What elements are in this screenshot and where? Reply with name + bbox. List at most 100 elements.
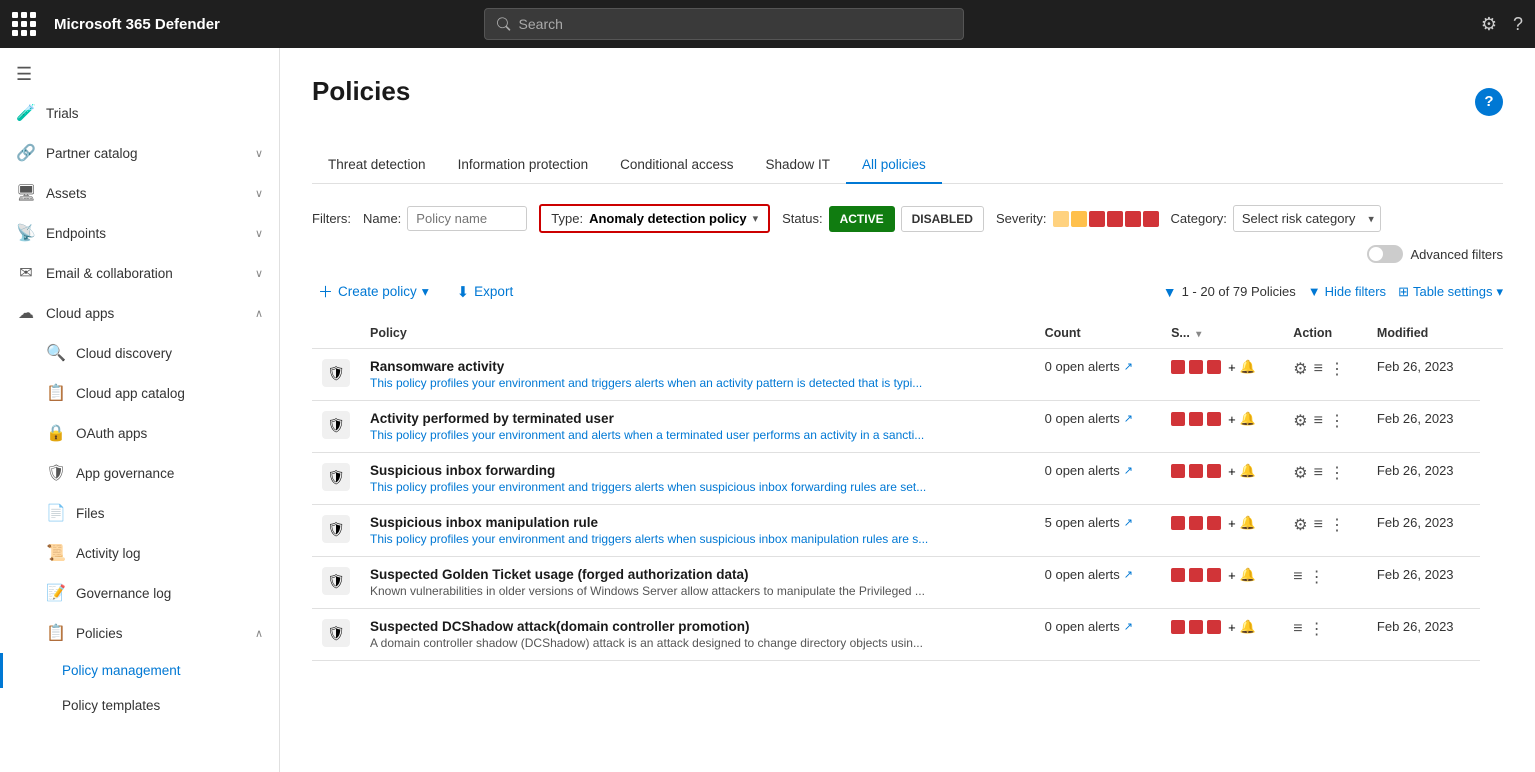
category-filter-group: Category: Select risk category bbox=[1171, 205, 1381, 232]
list-icon[interactable]: ≡ bbox=[1314, 412, 1323, 430]
external-link-icon[interactable]: ↗ bbox=[1124, 620, 1133, 633]
bell-icon[interactable]: 🔔 bbox=[1240, 359, 1256, 375]
sidebar-item-oauth-apps[interactable]: 🔒 OAuth apps bbox=[0, 413, 279, 453]
policy-name[interactable]: Suspicious inbox manipulation rule bbox=[370, 515, 1025, 530]
search-input[interactable] bbox=[519, 16, 952, 32]
severity-blocks[interactable] bbox=[1053, 211, 1159, 227]
sidebar-item-app-governance[interactable]: 🛡 App governance bbox=[0, 453, 279, 493]
gear-icon[interactable]: ⚙ bbox=[1293, 359, 1307, 379]
tab-threat-detection[interactable]: Threat detection bbox=[312, 147, 442, 184]
more-icon[interactable]: ⋮ bbox=[1329, 515, 1345, 535]
external-link-icon[interactable]: ↗ bbox=[1124, 516, 1133, 529]
list-icon[interactable]: ≡ bbox=[1293, 620, 1302, 638]
settings-icon[interactable]: ⚙ bbox=[1481, 14, 1497, 35]
sidebar-item-policy-management[interactable]: Policy management bbox=[0, 653, 279, 688]
bell-icon[interactable]: 🔔 bbox=[1240, 619, 1256, 635]
category-filter-wrap[interactable]: Select risk category bbox=[1233, 205, 1381, 232]
more-icon[interactable]: ⋮ bbox=[1329, 411, 1345, 431]
more-icon[interactable]: ⋮ bbox=[1329, 463, 1345, 483]
bell-icon[interactable]: 🔔 bbox=[1240, 411, 1256, 427]
create-policy-button[interactable]: ＋ Create policy ▾ bbox=[312, 277, 435, 306]
category-filter-select[interactable]: Select risk category bbox=[1233, 205, 1381, 232]
policy-name-cell: Suspicious inbox manipulation rule This … bbox=[360, 505, 1035, 557]
page-help-button[interactable]: ? bbox=[1475, 88, 1503, 116]
table-settings-button[interactable]: ⊞ Table settings ▾ bbox=[1398, 284, 1503, 300]
plus-icon[interactable]: + bbox=[1228, 464, 1236, 479]
create-policy-label: Create policy bbox=[338, 284, 417, 299]
col-header-severity[interactable]: S... ▾ bbox=[1161, 318, 1283, 349]
gear-icon[interactable]: ⚙ bbox=[1293, 515, 1307, 535]
advanced-filters-switch[interactable] bbox=[1367, 245, 1403, 263]
status-active-button[interactable]: ACTIVE bbox=[829, 206, 895, 232]
severity-med-block[interactable] bbox=[1089, 211, 1105, 227]
policy-name[interactable]: Activity performed by terminated user bbox=[370, 411, 1025, 426]
sidebar-item-trials[interactable]: 🧪 Trials bbox=[0, 93, 279, 133]
policy-name-cell: Suspected Golden Ticket usage (forged au… bbox=[360, 557, 1035, 609]
severity-low-block[interactable] bbox=[1053, 211, 1069, 227]
help-icon[interactable]: ? bbox=[1513, 14, 1523, 35]
sidebar-item-endpoints[interactable]: 📡 Endpoints ∨ bbox=[0, 213, 279, 253]
sidebar-item-cloud-app-catalog[interactable]: 📋 Cloud app catalog bbox=[0, 373, 279, 413]
external-link-icon[interactable]: ↗ bbox=[1124, 412, 1133, 425]
policy-name[interactable]: Suspected Golden Ticket usage (forged au… bbox=[370, 567, 1025, 582]
more-icon[interactable]: ⋮ bbox=[1309, 567, 1325, 587]
sidebar-item-files[interactable]: 📄 Files bbox=[0, 493, 279, 533]
sidebar-item-policy-templates[interactable]: Policy templates bbox=[0, 688, 279, 723]
sidebar-item-policies[interactable]: 📋 Policies ∧ bbox=[0, 613, 279, 653]
export-button[interactable]: ⬇ Export bbox=[451, 279, 520, 305]
page-title: Policies bbox=[312, 76, 410, 107]
sidebar-item-partner-catalog[interactable]: 🔗 Partner catalog ∨ bbox=[0, 133, 279, 173]
plus-icon[interactable]: + bbox=[1228, 620, 1236, 635]
list-icon[interactable]: ≡ bbox=[1314, 464, 1323, 482]
plus-icon[interactable]: + bbox=[1228, 568, 1236, 583]
sidebar-item-cloud-apps[interactable]: ☁ Cloud apps ∧ bbox=[0, 293, 279, 333]
bell-icon[interactable]: 🔔 bbox=[1240, 515, 1256, 531]
sidebar-item-governance-log[interactable]: 📝 Governance log bbox=[0, 573, 279, 613]
more-icon[interactable]: ⋮ bbox=[1329, 359, 1345, 379]
modified-date: Feb 26, 2023 bbox=[1377, 359, 1454, 374]
waffle-menu[interactable] bbox=[12, 12, 36, 36]
bell-icon[interactable]: 🔔 bbox=[1240, 567, 1256, 583]
plus-icon[interactable]: + bbox=[1228, 516, 1236, 531]
sidebar-item-email-collaboration[interactable]: ✉ Email & collaboration ∨ bbox=[0, 253, 279, 293]
modified-date: Feb 26, 2023 bbox=[1377, 515, 1454, 530]
severity-high-block[interactable] bbox=[1125, 211, 1141, 227]
list-icon[interactable]: ≡ bbox=[1293, 568, 1302, 586]
gear-icon[interactable]: ⚙ bbox=[1293, 463, 1307, 483]
policy-name[interactable]: Suspicious inbox forwarding bbox=[370, 463, 1025, 478]
sidebar-item-assets[interactable]: 🖥 Assets ∨ bbox=[0, 173, 279, 213]
external-link-icon[interactable]: ↗ bbox=[1124, 360, 1133, 373]
tab-information-protection[interactable]: Information protection bbox=[442, 147, 605, 184]
search-bar[interactable] bbox=[484, 8, 964, 40]
hide-filters-button[interactable]: ▼ Hide filters bbox=[1308, 284, 1386, 299]
external-link-icon[interactable]: ↗ bbox=[1124, 568, 1133, 581]
hide-filters-funnel-icon: ▼ bbox=[1308, 284, 1321, 299]
external-link-icon[interactable]: ↗ bbox=[1124, 464, 1133, 477]
bell-icon[interactable]: 🔔 bbox=[1240, 463, 1256, 479]
plus-icon[interactable]: + bbox=[1228, 360, 1236, 375]
status-disabled-button[interactable]: DISABLED bbox=[901, 206, 984, 232]
sidebar-item-cloud-discovery[interactable]: 🔍 Cloud discovery bbox=[0, 333, 279, 373]
gear-icon[interactable]: ⚙ bbox=[1293, 411, 1307, 431]
severity-high2-block[interactable] bbox=[1143, 211, 1159, 227]
tab-all-policies[interactable]: All policies bbox=[846, 147, 942, 184]
policy-action-cell: ⚙ ≡ ⋮ bbox=[1283, 453, 1367, 505]
severity-med2-block[interactable] bbox=[1107, 211, 1123, 227]
modified-date: Feb 26, 2023 bbox=[1377, 619, 1454, 634]
plus-icon[interactable]: + bbox=[1228, 412, 1236, 427]
type-filter-box[interactable]: Type: Anomaly detection policy ▾ bbox=[539, 204, 770, 233]
tab-conditional-access[interactable]: Conditional access bbox=[604, 147, 749, 184]
list-icon[interactable]: ≡ bbox=[1314, 360, 1323, 378]
tab-shadow-it[interactable]: Shadow IT bbox=[749, 147, 846, 184]
name-filter-input[interactable] bbox=[407, 206, 527, 231]
modified-date: Feb 26, 2023 bbox=[1377, 411, 1454, 426]
policy-icon: 🛡 bbox=[322, 567, 350, 595]
more-icon[interactable]: ⋮ bbox=[1309, 619, 1325, 639]
table-row: 🛡 Activity performed by terminated user … bbox=[312, 401, 1503, 453]
policy-name[interactable]: Suspected DCShadow attack(domain control… bbox=[370, 619, 1025, 634]
policy-name[interactable]: Ransomware activity bbox=[370, 359, 1025, 374]
sidebar-item-activity-log[interactable]: 📜 Activity log bbox=[0, 533, 279, 573]
sidebar-hamburger[interactable]: ☰ bbox=[0, 56, 279, 93]
list-icon[interactable]: ≡ bbox=[1314, 516, 1323, 534]
severity-low2-block[interactable] bbox=[1071, 211, 1087, 227]
